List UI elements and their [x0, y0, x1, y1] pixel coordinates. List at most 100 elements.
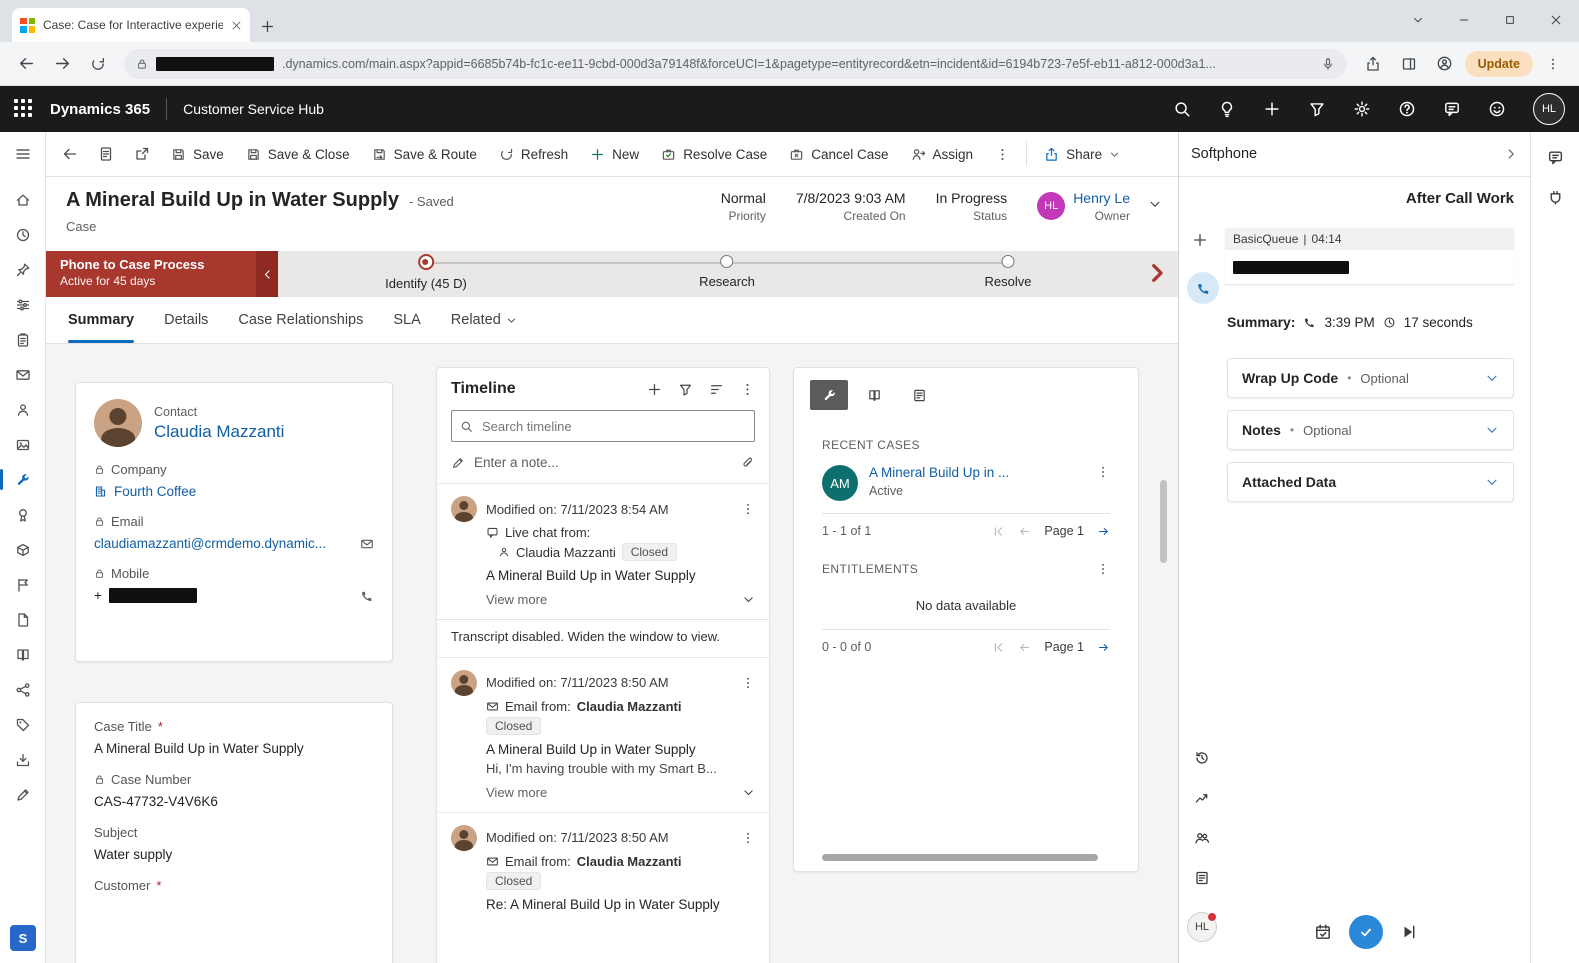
- url-field[interactable]: .dynamics.com/main.aspx?appid=6685b74b-f…: [124, 49, 1347, 79]
- first-page-icon[interactable]: [992, 525, 1005, 538]
- back-icon[interactable]: [10, 48, 42, 80]
- contacts-icon[interactable]: [1190, 826, 1214, 850]
- timeline-add-icon[interactable]: [647, 382, 662, 397]
- owner-link[interactable]: Henry Le: [1073, 190, 1130, 206]
- horizontal-scrollbar[interactable]: [822, 854, 1098, 861]
- command-overflow-icon[interactable]: [984, 132, 1020, 176]
- save-close-button[interactable]: Save & Close: [235, 132, 361, 176]
- brand-title[interactable]: Dynamics 365: [50, 101, 150, 118]
- entry-more-icon[interactable]: [741, 676, 755, 690]
- lightbulb-icon[interactable]: [1218, 100, 1236, 118]
- panel-expand-chevron-icon[interactable]: [1504, 147, 1518, 161]
- save-route-button[interactable]: Save & Route: [361, 132, 488, 176]
- mic-icon[interactable]: [1321, 57, 1335, 71]
- notes-icon[interactable]: [1190, 866, 1214, 890]
- save-button[interactable]: Save: [160, 132, 235, 176]
- tab-menu-chevron-icon[interactable]: [1395, 0, 1441, 40]
- timeline-expand-icon[interactable]: [709, 382, 724, 397]
- note-entry-row[interactable]: Enter a note...: [437, 442, 769, 484]
- chevron-down-icon[interactable]: [1485, 475, 1499, 489]
- share-button[interactable]: Share: [1033, 132, 1131, 176]
- bpf-stage-research[interactable]: Research: [699, 251, 755, 289]
- edit-pen-icon[interactable]: [0, 777, 45, 812]
- sitemap-toggle-icon[interactable]: [0, 132, 45, 176]
- search-icon[interactable]: [1173, 100, 1191, 118]
- prev-page-icon[interactable]: [1018, 525, 1031, 538]
- tab-case-relationships[interactable]: Case Relationships: [238, 297, 363, 343]
- timeline-more-icon[interactable]: [740, 382, 755, 397]
- browser-menu-icon[interactable]: [1537, 48, 1569, 80]
- tab-details[interactable]: Details: [164, 297, 208, 343]
- goals-flag-icon[interactable]: [0, 567, 45, 602]
- help-icon[interactable]: [1398, 100, 1416, 118]
- notes-section[interactable]: Notes • Optional: [1227, 410, 1514, 450]
- plugin-icon[interactable]: [1531, 182, 1579, 212]
- prev-page-icon[interactable]: [1018, 641, 1031, 654]
- call-phone-icon[interactable]: [360, 589, 374, 603]
- tab-sla[interactable]: SLA: [393, 297, 420, 343]
- entry-from[interactable]: Claudia Mazzanti: [577, 699, 682, 714]
- entry-more-icon[interactable]: [741, 831, 755, 845]
- timeline-search-input[interactable]: [480, 418, 746, 435]
- maximize-button[interactable]: [1487, 0, 1533, 40]
- knowledge-image-icon[interactable]: [0, 427, 45, 462]
- bpf-stage-identify[interactable]: Identify (45 D): [385, 251, 467, 291]
- tool-knowledge-icon[interactable]: [855, 380, 893, 410]
- tab-related[interactable]: Related: [451, 297, 517, 343]
- company-link[interactable]: Fourth Coffee: [114, 484, 196, 499]
- tag-icon[interactable]: [0, 707, 45, 742]
- skip-forward-icon[interactable]: [1395, 918, 1423, 946]
- split-screen-icon[interactable]: [1393, 48, 1425, 80]
- services-wrench-icon[interactable]: [0, 462, 45, 497]
- send-email-icon[interactable]: [360, 537, 374, 551]
- case-link[interactable]: A Mineral Build Up in ...: [869, 465, 1085, 480]
- schedule-followup-icon[interactable]: [1309, 918, 1337, 946]
- case-more-icon[interactable]: [1096, 465, 1110, 479]
- knowledge-book-icon[interactable]: [0, 637, 45, 672]
- reports-file-icon[interactable]: [0, 602, 45, 637]
- vertical-scrollbar[interactable]: [1160, 480, 1167, 563]
- open-new-window-icon[interactable]: [124, 132, 160, 176]
- timeline-filter-icon[interactable]: [678, 382, 693, 397]
- new-tab-button[interactable]: [260, 19, 275, 34]
- refresh-button[interactable]: Refresh: [488, 132, 579, 176]
- mail-icon[interactable]: [0, 357, 45, 392]
- sliders-icon[interactable]: [0, 287, 45, 322]
- quick-create-icon[interactable]: [1263, 100, 1281, 118]
- products-box-icon[interactable]: [0, 532, 45, 567]
- chevron-down-icon[interactable]: [742, 786, 755, 799]
- reload-icon[interactable]: [82, 48, 114, 80]
- entry-from[interactable]: Claudia Mazzanti: [577, 854, 682, 869]
- assign-button[interactable]: Assign: [900, 132, 985, 176]
- cancel-case-button[interactable]: Cancel Case: [778, 132, 899, 176]
- paperclip-icon[interactable]: [741, 456, 755, 470]
- minimize-button[interactable]: [1441, 0, 1487, 40]
- user-avatar[interactable]: HL: [1533, 93, 1565, 125]
- certificate-icon[interactable]: [0, 497, 45, 532]
- history-icon[interactable]: [1190, 746, 1214, 770]
- subject-value[interactable]: Water supply: [94, 847, 374, 862]
- contacts-icon[interactable]: [0, 392, 45, 427]
- next-page-icon[interactable]: [1097, 641, 1110, 654]
- download-tray-icon[interactable]: [0, 742, 45, 777]
- entry-subject[interactable]: A Mineral Build Up in Water Supply: [437, 735, 769, 757]
- feedback-smiley-icon[interactable]: [1488, 100, 1506, 118]
- back-arrow-icon[interactable]: [52, 132, 88, 176]
- profile-icon[interactable]: [1429, 48, 1461, 80]
- attached-data-section[interactable]: Attached Data: [1227, 462, 1514, 502]
- home-icon[interactable]: [0, 182, 45, 217]
- chat-icon[interactable]: [1531, 142, 1579, 172]
- bpf-prev-chevron-icon[interactable]: [256, 251, 278, 297]
- header-collapse-chevron-icon[interactable]: [1148, 197, 1162, 211]
- agent-avatar[interactable]: HL: [1187, 912, 1217, 942]
- bpf-stage-resolve[interactable]: Resolve: [985, 251, 1032, 289]
- app-name[interactable]: Customer Service Hub: [183, 101, 324, 117]
- new-button[interactable]: New: [579, 132, 650, 176]
- view-more-link[interactable]: View more: [486, 592, 547, 607]
- complete-check-button[interactable]: [1349, 915, 1383, 949]
- browser-update-button[interactable]: Update: [1465, 51, 1533, 77]
- forward-icon[interactable]: [46, 48, 78, 80]
- share-page-icon[interactable]: [1357, 48, 1389, 80]
- tab-close-icon[interactable]: [231, 20, 242, 31]
- resolve-case-button[interactable]: Resolve Case: [650, 132, 778, 176]
